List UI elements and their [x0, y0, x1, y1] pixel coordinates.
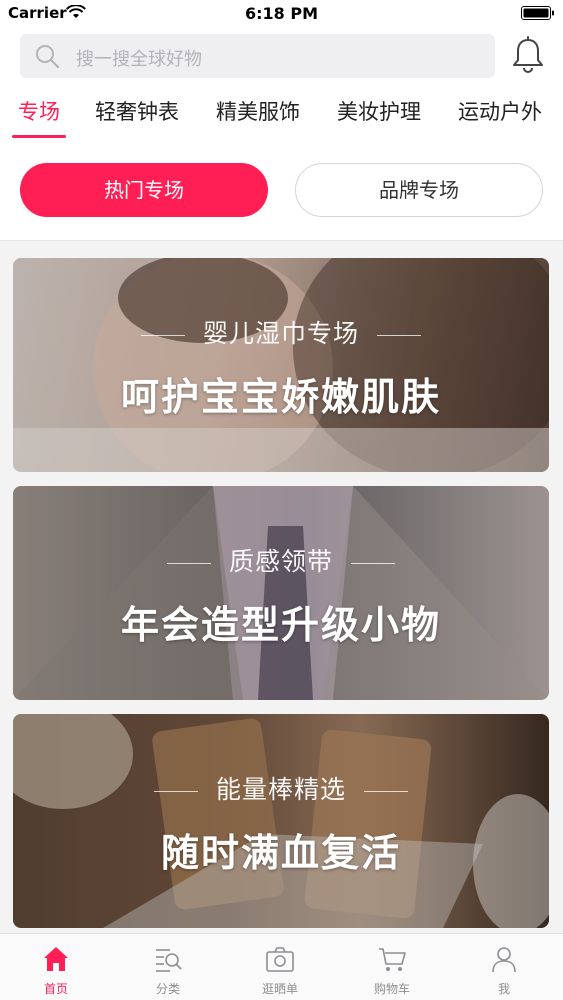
person-icon	[492, 947, 516, 973]
banner-title: 年会造型升级小物	[120, 603, 441, 647]
banner-subtitle: 婴儿湿巾专场	[13, 314, 549, 350]
banner-energy-bars[interactable]: 能量棒精选 随时满血复活	[13, 714, 549, 928]
search-input[interactable]: 搜一搜全球好物	[20, 34, 495, 78]
category-tab-sports[interactable]: 运动户外	[458, 96, 542, 126]
banner-title: 呵护宝宝娇嫩肌肤	[120, 375, 441, 419]
tab-cart[interactable]: 购物车	[336, 934, 448, 1000]
status-time: 6:18 PM	[244, 4, 318, 23]
search-row: 搜一搜全球好物	[0, 28, 563, 84]
search-placeholder: 搜一搜全球好物	[76, 49, 202, 70]
camera-icon	[266, 947, 294, 972]
hot-sale-button[interactable]: 热门专场	[20, 163, 268, 217]
tab-showcase-label: 逛晒单	[261, 982, 298, 996]
category-tab-watches[interactable]: 轻奢钟表	[95, 96, 179, 126]
home-icon	[44, 947, 68, 971]
bell-icon[interactable]	[510, 36, 546, 74]
category-tabs: 专场 轻奢钟表 精美服饰 美妆护理 运动户外	[0, 88, 563, 138]
tab-home[interactable]: 首页	[0, 934, 112, 1000]
category-tab-special[interactable]: 专场	[18, 96, 60, 126]
battery-icon	[521, 6, 554, 20]
banner-subtitle: 能量棒精选	[13, 770, 549, 806]
banner-subtitle-text: 能量棒精选	[215, 775, 346, 804]
tab-category-label: 分类	[155, 982, 180, 996]
banner-subtitle-text: 婴儿湿巾专场	[202, 319, 359, 348]
banner-subtitle: 质感领带	[13, 542, 549, 578]
category-search-icon	[156, 949, 182, 972]
brand-sale-button[interactable]: 品牌专场	[295, 163, 543, 217]
banner-ties[interactable]: 质感领带 年会造型升级小物	[13, 486, 549, 700]
banner-baby-wipes[interactable]: 婴儿湿巾专场 呵护宝宝娇嫩肌肤	[13, 258, 549, 472]
banner-overlay	[13, 258, 549, 472]
status-bar: Carrier 6:18 PM	[0, 0, 563, 28]
active-tab-indicator	[12, 135, 66, 138]
tab-me-label: 我	[497, 982, 510, 996]
category-tab-apparel[interactable]: 精美服饰	[216, 96, 300, 126]
bottom-tab-bar: 首页 分类 逛晒单 购物车 我	[0, 933, 563, 1000]
tab-category[interactable]: 分类	[112, 934, 224, 1000]
search-icon	[36, 45, 60, 69]
tab-cart-label: 购物车	[373, 982, 410, 996]
category-tab-beauty[interactable]: 美妆护理	[337, 96, 421, 126]
banner-subtitle-text: 质感领带	[228, 547, 333, 576]
banner-overlay	[13, 714, 549, 928]
banner-title: 随时满血复活	[160, 831, 401, 875]
cart-icon	[379, 948, 406, 971]
banner-overlay	[13, 486, 549, 700]
tab-home-label: 首页	[43, 982, 68, 996]
tab-showcase[interactable]: 逛晒单	[224, 934, 336, 1000]
tab-me[interactable]: 我	[448, 934, 560, 1000]
